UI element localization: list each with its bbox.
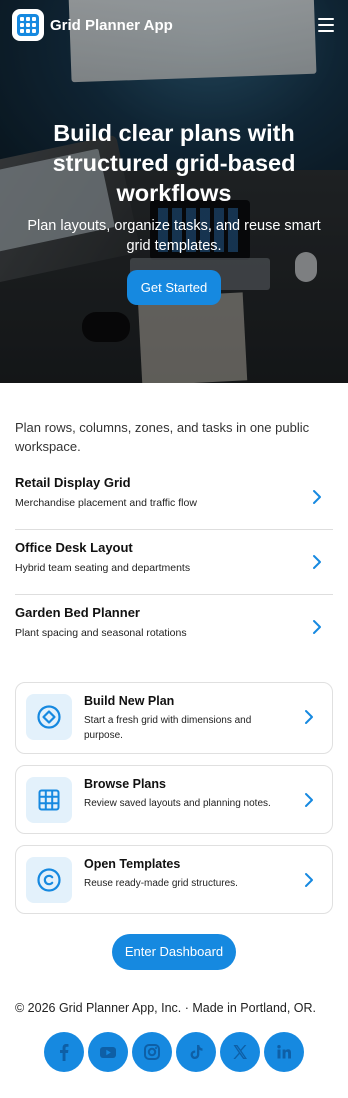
facebook-icon[interactable] — [44, 1032, 84, 1072]
get-started-button[interactable]: Get Started — [126, 270, 222, 305]
chevron-right-icon[interactable] — [303, 792, 315, 808]
chevron-right-icon[interactable] — [303, 872, 315, 888]
copyright-text: © 2026 Grid Planner App, Inc. · Made in … — [15, 1001, 317, 1015]
hero-subtitle: Plan layouts, organize tasks, and reuse … — [27, 218, 321, 254]
social-links — [15, 1032, 333, 1072]
plan-title: Office Desk Layout — [15, 540, 133, 555]
plan-description: Merchandise placement and traffic flow — [15, 497, 197, 509]
action-cards: Build New Plan Start a fresh grid with d… — [15, 682, 333, 914]
hero-title: Build clear plans with structured grid-b… — [52, 120, 296, 206]
card-title: Browse Plans — [84, 777, 166, 791]
enter-dashboard-button[interactable]: Enter Dashboard — [112, 934, 236, 970]
plan-title: Garden Bed Planner — [15, 605, 140, 620]
grid-icon[interactable] — [12, 9, 44, 41]
chevron-right-icon[interactable] — [311, 489, 323, 505]
grid-icon — [26, 777, 72, 823]
footer: © 2026 Grid Planner App, Inc. · Made in … — [15, 1001, 333, 1072]
copyright-circle-icon — [26, 857, 72, 903]
main-content: Plan rows, columns, zones, and tasks in … — [0, 418, 348, 1072]
top-navigation: Grid Planner App — [0, 0, 348, 50]
plan-title: Retail Display Grid — [15, 475, 131, 490]
chevron-right-icon[interactable] — [311, 619, 323, 635]
intro-text: Plan rows, columns, zones, and tasks in … — [15, 420, 310, 454]
card-description: Start a fresh grid with dimensions and p… — [84, 715, 252, 741]
tiktok-icon[interactable] — [176, 1032, 216, 1072]
card-title: Build New Plan — [84, 694, 175, 708]
diamond-target-icon — [26, 694, 72, 740]
app-name[interactable]: Grid Planner App — [50, 17, 173, 34]
card-description: Review saved layouts and planning notes. — [84, 798, 271, 809]
plan-list: Retail Display Grid Merchandise placemen… — [15, 465, 333, 660]
list-item[interactable]: Retail Display Grid Merchandise placemen… — [15, 465, 333, 530]
chevron-right-icon[interactable] — [311, 554, 323, 570]
open-templates-card[interactable]: Open Templates Reuse ready-made grid str… — [15, 845, 333, 914]
card-title: Open Templates — [84, 857, 181, 871]
chevron-right-icon[interactable] — [303, 709, 315, 725]
list-item[interactable]: Office Desk Layout Hybrid team seating a… — [15, 530, 333, 595]
hero-content: Build clear plans with structured grid-b… — [0, 118, 348, 305]
card-description: Reuse ready-made grid structures. — [84, 878, 238, 889]
instagram-icon[interactable] — [132, 1032, 172, 1072]
youtube-icon[interactable] — [88, 1032, 128, 1072]
build-new-plan-card[interactable]: Build New Plan Start a fresh grid with d… — [15, 682, 333, 754]
plan-description: Hybrid team seating and departments — [15, 562, 191, 574]
linkedin-icon[interactable] — [264, 1032, 304, 1072]
dashboard-cta: Enter Dashboard — [15, 934, 333, 970]
list-item[interactable]: Garden Bed Planner Plant spacing and sea… — [15, 595, 333, 660]
page: Grid Planner App Build clear plans with … — [0, 0, 348, 1098]
hero-section: Grid Planner App Build clear plans with … — [0, 0, 348, 383]
hamburger-menu-icon[interactable] — [316, 17, 336, 33]
plan-description: Plant spacing and seasonal rotations — [15, 627, 187, 639]
x-icon[interactable] — [220, 1032, 260, 1072]
browse-plans-card[interactable]: Browse Plans Review saved layouts and pl… — [15, 765, 333, 834]
